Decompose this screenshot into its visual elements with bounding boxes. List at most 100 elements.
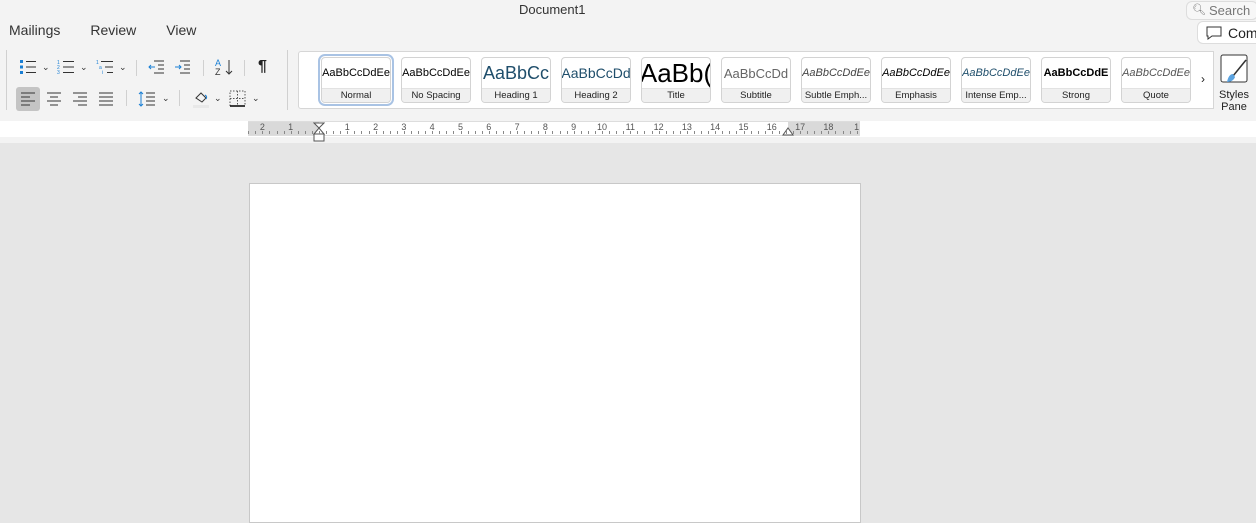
ruler-tick [311, 131, 313, 134]
style-label: Quote [1122, 88, 1190, 102]
increase-indent-icon[interactable] [174, 59, 191, 75]
style-preview: AaBbCcDd [723, 65, 789, 81]
style-no-spacing[interactable]: AaBbCcDdEe No Spacing [401, 57, 471, 103]
chevron-down-icon[interactable]: ⌄ [42, 62, 50, 73]
ruler-tick [269, 131, 271, 134]
ruler-tick [672, 131, 674, 134]
comments-label: Com [1228, 25, 1256, 41]
style-preview: AaBbCc [482, 62, 550, 83]
ruler-tick [248, 131, 250, 134]
style-preview: AaBbCcDd [562, 65, 630, 81]
style-quote[interactable]: AaBbCcDdEe Quote [1121, 57, 1191, 103]
style-title[interactable]: AaBb(Title [641, 57, 711, 103]
ruler-tick [594, 131, 596, 134]
ruler-tick [701, 131, 703, 134]
chevron-down-icon[interactable]: ⌄ [119, 62, 127, 73]
ruler-tick [821, 131, 823, 134]
ruler-tick [276, 131, 278, 134]
chevron-down-icon[interactable]: ⌄ [80, 62, 88, 73]
ruler-tick [616, 131, 618, 134]
align-right-icon[interactable] [72, 92, 88, 106]
style-preview: AaBbCcDdEe [962, 67, 1030, 79]
ruler-tick [340, 131, 342, 134]
ruler-tick [446, 131, 448, 134]
ruler-tick [502, 131, 504, 134]
ruler-tick [609, 131, 611, 134]
ruler-tick [856, 131, 858, 134]
ruler-tick [580, 131, 582, 134]
ruler-tick [410, 131, 412, 134]
ruler-tick [495, 131, 497, 134]
search-icon: 🔍︎ [1192, 4, 1206, 16]
ruler-tick [807, 131, 809, 134]
ruler-tick [828, 131, 830, 134]
horizontal-ruler[interactable]: 2 1 1 2 3 4 5 6 7 8 9 10 11 12 13 14 15 16 17 18 1 [248, 121, 860, 142]
ruler-tick [750, 131, 752, 134]
ruler-tick [531, 131, 533, 134]
tab-mailings[interactable]: Mailings [9, 22, 60, 38]
style-emphasis[interactable]: AaBbCcDdEe Emphasis [881, 57, 951, 103]
align-left-icon[interactable] [20, 92, 36, 106]
shading-icon[interactable] [193, 90, 209, 108]
style-heading-2[interactable]: AaBbCcDd Heading 2 [561, 57, 631, 103]
ruler-tick [488, 131, 490, 134]
styles-pane-button[interactable]: Styles Pane [1216, 54, 1252, 113]
style-preview: AaBb( [642, 58, 710, 88]
ruler-tick [835, 131, 837, 134]
align-center-icon[interactable] [46, 92, 62, 106]
pilcrow-icon[interactable]: ¶ [258, 58, 267, 76]
style-subtle-emph[interactable]: AaBbCcDdEe Subtle Emph... [801, 57, 871, 103]
comments-button[interactable]: Com [1197, 21, 1256, 44]
ruler-tick [510, 131, 512, 134]
ruler-tick [545, 131, 547, 134]
style-strong[interactable]: AaBbCcDdE Strong [1041, 57, 1111, 103]
search-input[interactable]: 🔍︎ Search [1186, 1, 1256, 20]
ruler-tick [715, 131, 717, 134]
ruler-tick [538, 131, 540, 134]
ruler-tick [665, 131, 667, 134]
justify-icon[interactable] [98, 92, 114, 106]
style-normal[interactable]: AaBbCcDdEe Normal [318, 54, 394, 106]
style-heading-1[interactable]: AaBbCc Heading 1 [481, 57, 551, 103]
svg-text:3: 3 [57, 70, 60, 75]
ruler-tick [552, 131, 554, 134]
decrease-indent-icon[interactable] [148, 59, 165, 75]
ruler-tick [304, 131, 306, 134]
chevron-down-icon[interactable]: ⌄ [214, 93, 222, 104]
chevron-down-icon[interactable]: ⌄ [162, 93, 170, 104]
line-spacing-icon[interactable] [138, 90, 156, 108]
ruler-tick [368, 131, 370, 134]
multilevel-list-icon[interactable]: 1ai [96, 59, 114, 75]
ruler-tick [319, 131, 320, 134]
style-preview: AaBbCcDdEe [1122, 67, 1190, 79]
chevron-down-icon[interactable]: ⌄ [252, 93, 260, 104]
style-intense-emp[interactable]: AaBbCcDdEe Intense Emp... [961, 57, 1031, 103]
borders-icon[interactable] [229, 90, 246, 107]
ruler-tick [587, 131, 589, 134]
numbering-icon[interactable]: 123 [57, 59, 75, 75]
document-page[interactable] [249, 183, 861, 523]
ruler-tick [785, 131, 787, 134]
ruler-tick [637, 131, 639, 134]
ruler-tick [679, 131, 681, 134]
ruler-tick [333, 131, 335, 134]
style-subtitle[interactable]: AaBbCcDd Subtitle [721, 57, 791, 103]
sort-icon[interactable]: AZ [214, 57, 234, 77]
ruler-tick [326, 131, 328, 134]
ruler-tick [842, 131, 844, 134]
bullets-icon[interactable] [19, 59, 37, 75]
ruler-tick [722, 131, 724, 134]
ruler-tick [425, 131, 427, 134]
chevron-right-icon[interactable]: › [1201, 72, 1205, 86]
ruler-tick [623, 131, 625, 134]
ruler-tick [474, 131, 476, 134]
ruler-tick [708, 131, 710, 134]
style-label: Subtitle [722, 88, 790, 102]
tab-review[interactable]: Review [90, 22, 136, 38]
ruler-tick [686, 131, 688, 134]
style-label: Subtle Emph... [802, 88, 870, 102]
ruler-tick [467, 131, 469, 134]
tab-view[interactable]: View [166, 22, 196, 38]
ruler-tick [814, 131, 816, 134]
comment-icon [1206, 26, 1222, 40]
